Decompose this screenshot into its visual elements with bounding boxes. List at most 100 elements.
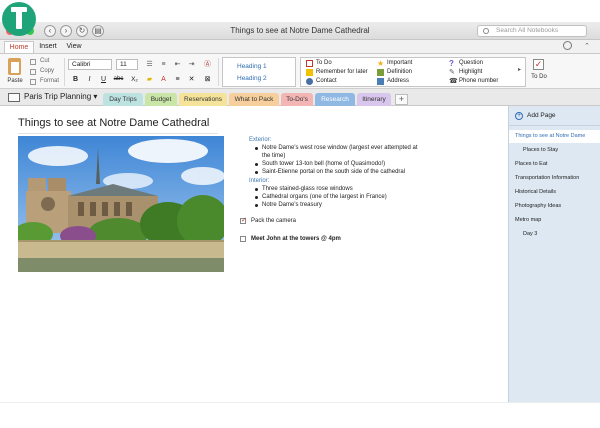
todo-tag-button[interactable]: ✓ To Do: [529, 57, 549, 87]
tag-phone-number[interactable]: ☎ Phone number: [449, 77, 498, 86]
tags-more-icon[interactable]: ▸: [518, 66, 521, 73]
brand-logo: [2, 2, 36, 36]
page-item-historical-details[interactable]: Historical Details: [509, 186, 600, 199]
brush-icon: [30, 79, 36, 85]
font-size-select[interactable]: 11: [116, 59, 138, 70]
tag-question[interactable]: ? Question: [449, 59, 483, 68]
subscript-button[interactable]: X₂: [128, 74, 141, 85]
list-item[interactable]: Three stained-glass rose windows: [262, 185, 353, 193]
section-tab-bar: Paris Trip Planning ▾ Day Trips Budget R…: [0, 89, 600, 106]
todo-item[interactable]: Meet John at the towers @ 4pm: [251, 235, 341, 243]
interior-heading[interactable]: Interior:: [249, 177, 269, 185]
list-item[interactable]: Cathedral organs (one of the largest in …: [262, 193, 387, 201]
add-section-button[interactable]: +: [395, 94, 408, 105]
clear-all-icon[interactable]: ⊠: [202, 74, 213, 85]
notre-dame-photo[interactable]: [18, 136, 224, 272]
page-item-places-to-eat[interactable]: Places to Eat: [509, 158, 600, 171]
tag-contact[interactable]: Contact: [306, 77, 337, 86]
format-painter-button[interactable]: Format: [30, 77, 59, 86]
tag-address[interactable]: Address: [377, 77, 409, 86]
book-icon: [377, 69, 384, 76]
section-tab-day-trips[interactable]: Day Trips: [103, 93, 143, 106]
section-tab-what-to-pack[interactable]: What to Pack: [229, 93, 279, 106]
paste-button[interactable]: Paste: [4, 57, 26, 87]
italic-button[interactable]: I: [84, 74, 95, 85]
todo-checkbox[interactable]: [240, 236, 246, 242]
bullet: [255, 163, 258, 166]
underline-button[interactable]: U: [98, 74, 109, 85]
sync-button[interactable]: ↻: [76, 25, 88, 37]
style-heading-2[interactable]: Heading 2: [237, 75, 267, 82]
tags-gallery: To Do Remember for later Contact ★ Import…: [300, 57, 526, 87]
forward-button[interactable]: ›: [60, 25, 72, 37]
todo-item[interactable]: Pack the camera: [251, 217, 296, 225]
bullet: [255, 196, 258, 199]
checkbox-icon: [306, 60, 313, 67]
tag-to-do[interactable]: To Do: [306, 59, 332, 68]
bullet-list-button[interactable]: ☰: [143, 59, 156, 70]
onenote-window: ‹ › ↻ ▤ Things to see at Notre Dame Cath…: [0, 0, 600, 428]
page-title[interactable]: Things to see at Notre Dame Cathedral: [18, 117, 209, 129]
todo-label: To Do: [531, 74, 547, 80]
notebook-icon: [8, 93, 20, 102]
notebook-selector[interactable]: Paris Trip Planning ▾: [24, 92, 97, 101]
list-item[interactable]: Notre Dame's west rose window (largest e…: [262, 144, 452, 152]
section-tab-budget[interactable]: Budget: [145, 93, 177, 106]
account-icon[interactable]: [563, 41, 572, 50]
highlighter-icon: [306, 69, 313, 76]
collapse-ribbon-icon[interactable]: ⌃: [584, 42, 590, 50]
search-placeholder: Search All Notebooks: [496, 27, 559, 34]
check-icon: ✓: [241, 217, 247, 224]
list-item[interactable]: the time): [262, 152, 285, 160]
clear-format-button[interactable]: ✕: [186, 74, 197, 85]
tab-view[interactable]: View: [62, 41, 86, 53]
list-item[interactable]: Notre Dame's treasury: [262, 201, 322, 209]
indent-button[interactable]: ⇥: [185, 59, 198, 70]
tag-important[interactable]: ★ Important: [377, 59, 412, 68]
strikethrough-button[interactable]: abc: [112, 74, 125, 85]
section-tab-reservations[interactable]: Reservations: [179, 93, 227, 106]
add-page-button[interactable]: + Add Page: [509, 106, 600, 126]
align-button[interactable]: ≡: [172, 74, 183, 85]
paste-label: Paste: [7, 78, 23, 84]
bullet: [255, 147, 258, 150]
tab-home[interactable]: Home: [4, 41, 34, 53]
section-tab-research[interactable]: Research: [315, 93, 355, 106]
search-input[interactable]: Search All Notebooks: [477, 25, 587, 37]
phone-icon: ☎: [449, 78, 458, 85]
copy-button[interactable]: Copy: [30, 67, 54, 76]
page-canvas[interactable]: Things to see at Notre Dame Cathedral Ex…: [0, 106, 508, 402]
tag-remember-for-later[interactable]: Remember for later: [306, 68, 368, 77]
question-icon: ?: [449, 59, 454, 68]
styles-gallery[interactable]: Heading 1 Heading 2: [222, 57, 296, 87]
section-tab-itinerary[interactable]: Itinerary: [357, 93, 391, 106]
print-button[interactable]: ▤: [92, 25, 104, 37]
font-name-select[interactable]: Calibri: [68, 59, 112, 70]
page-item-transportation[interactable]: Transportation Information: [509, 172, 600, 185]
section-tab-todos[interactable]: To-Do's: [281, 93, 313, 106]
todo-checkbox-checked[interactable]: ✓: [240, 217, 247, 224]
tag-highlight[interactable]: ✎ Highlight: [449, 68, 482, 77]
list-item[interactable]: South tower 13-ton bell (home of Quasimo…: [262, 160, 385, 168]
list-item[interactable]: Saint-Etienne portal on the south side o…: [262, 168, 405, 176]
tag-definition[interactable]: Definition: [377, 68, 412, 77]
page-item-day-3[interactable]: Day 3: [509, 228, 600, 241]
tab-insert[interactable]: Insert: [36, 41, 60, 53]
page-item-places-to-stay[interactable]: Places to Stay: [509, 144, 600, 157]
star-icon: ★: [377, 59, 385, 68]
bold-button[interactable]: B: [70, 74, 81, 85]
spelling-icon[interactable]: Ⓐ: [202, 59, 213, 70]
exterior-heading[interactable]: Exterior:: [249, 136, 271, 144]
page-item-notre-dame[interactable]: Things to see at Notre Dame: [509, 130, 600, 143]
font-color-button[interactable]: A: [158, 74, 169, 85]
outdent-button[interactable]: ⇤: [171, 59, 184, 70]
cut-button[interactable]: Cut: [30, 57, 49, 66]
page-item-photography-ideas[interactable]: Photography Ideas: [509, 200, 600, 213]
copy-icon: [30, 69, 36, 75]
highlight-color-button[interactable]: ▰: [144, 74, 155, 85]
title-underline: [18, 133, 218, 134]
style-heading-1[interactable]: Heading 1: [237, 63, 267, 70]
numbered-list-button[interactable]: ≡: [157, 59, 170, 70]
page-item-metro-map[interactable]: Metro map: [509, 214, 600, 227]
back-button[interactable]: ‹: [44, 25, 56, 37]
